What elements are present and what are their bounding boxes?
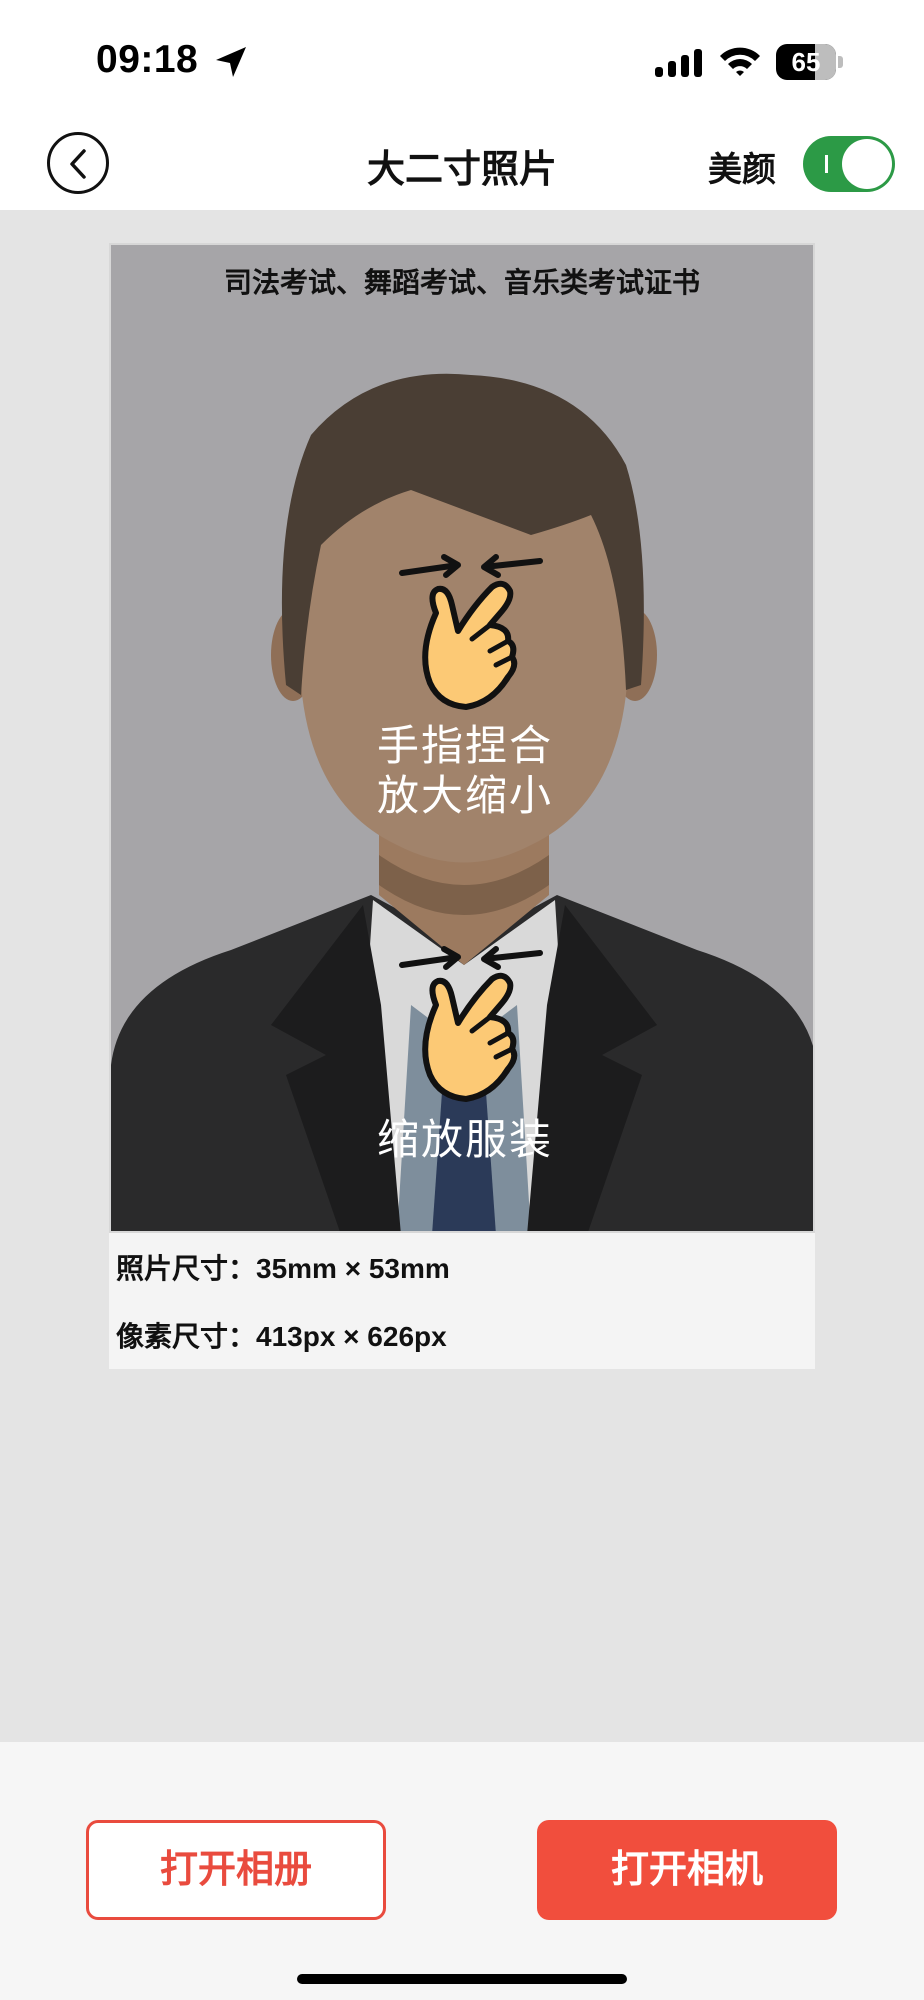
status-bar: 09:18 65 (0, 0, 924, 120)
photo-info-panel: 照片尺寸：35mm × 53mm 像素尺寸：413px × 626px (109, 1233, 815, 1369)
open-album-button[interactable]: 打开相册 (86, 1820, 386, 1920)
photo-caption: 司法考试、舞蹈考试、音乐类考试证书 (223, 267, 700, 298)
gesture-clothing-hint: 缩放服装 (376, 1116, 553, 1163)
pixel-size-text: 像素尺寸：413px × 626px (116, 1321, 447, 1352)
pinch-hand-icon (399, 554, 543, 710)
beauty-toggle[interactable] (803, 136, 895, 192)
editor-canvas: 司法考试、舞蹈考试、音乐类考试证书 手指捏合 放大缩小 缩放服装 照片尺寸：35… (0, 210, 924, 1742)
cellular-signal-icon (655, 49, 702, 77)
open-camera-button[interactable]: 打开相机 (537, 1820, 837, 1920)
battery-level: 65 (791, 47, 821, 77)
bottom-action-bar: 打开相册 打开相机 (0, 1742, 924, 2000)
wifi-icon (720, 47, 760, 76)
pinch-hand-icon (399, 946, 543, 1102)
beauty-label: 美颜 (708, 151, 776, 189)
photo-size-text: 照片尺寸：35mm × 53mm (116, 1253, 450, 1284)
location-arrow-icon (216, 47, 246, 77)
battery-indicator: 65 (776, 44, 844, 80)
page-title: 大二寸照片 (366, 149, 557, 191)
gesture-zoom-hint: 手指捏合 放大缩小 (376, 722, 553, 819)
toggle-knob (842, 139, 892, 189)
status-time: 09:18 (96, 38, 199, 81)
nav-bar: 大二寸照片 美颜 (0, 120, 924, 210)
id-photo-preview[interactable]: 司法考试、舞蹈考试、音乐类考试证书 手指捏合 放大缩小 缩放服装 (109, 243, 815, 1233)
home-indicator[interactable] (297, 1974, 627, 1984)
